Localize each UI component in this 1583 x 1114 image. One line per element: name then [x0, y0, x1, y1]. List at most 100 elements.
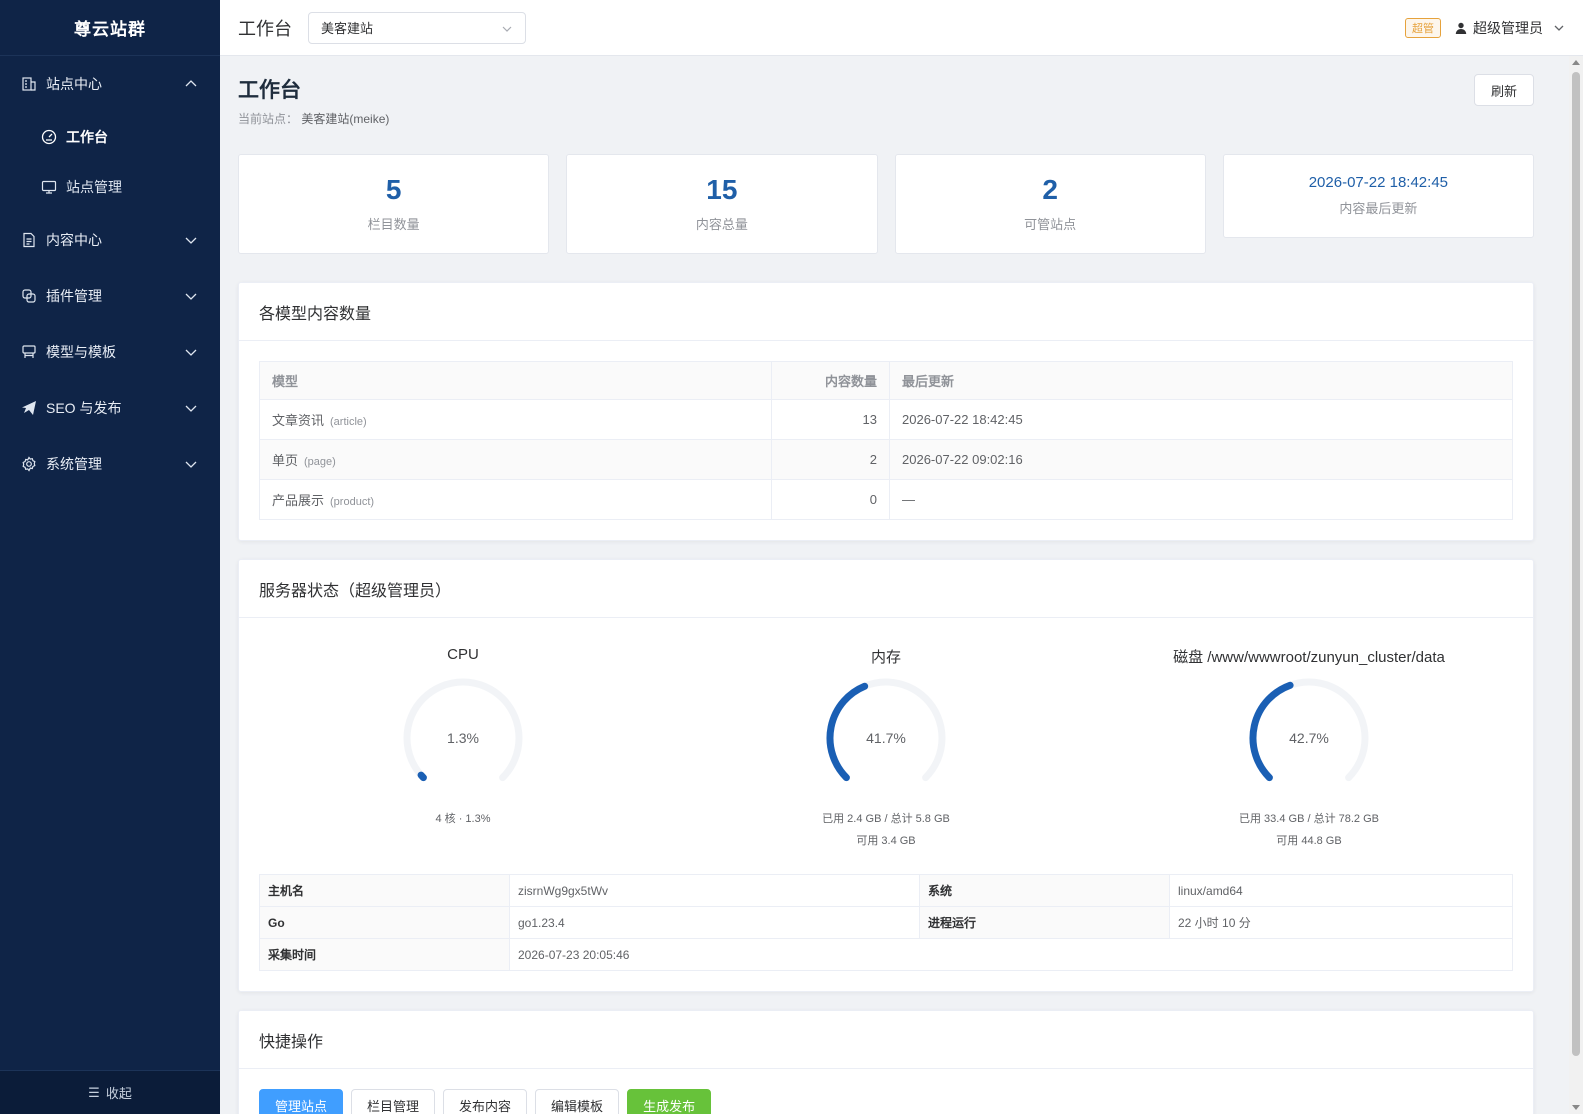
sidebar-group-label: 内容中心 [46, 232, 102, 248]
header-title: 工作台 [238, 18, 292, 39]
info-key: 进程运行 [919, 906, 1170, 939]
gauge-details: 4 核 · 1.3% [435, 808, 490, 830]
gauge-detail-line: 可用 3.4 GB [856, 835, 916, 847]
sidebar-menu: 站点中心 工作台 站点管理 内容中心 插件管理 模型与模板 SEO 与发布 系统… [0, 56, 220, 492]
info-key: 采集时间 [259, 938, 510, 971]
header-right: 超管 超级管理员 [1405, 17, 1565, 38]
sidebar-group-system[interactable]: 系统管理 [0, 436, 220, 492]
gauge-chart: 42.7% [1249, 678, 1369, 782]
current-site-value: 美客建站(meike) [301, 112, 390, 126]
gear-icon [20, 455, 38, 473]
chevron-down-icon [185, 349, 197, 356]
info-key: 系统 [919, 874, 1170, 907]
table-row: 单页 (page) 2 2026-07-22 09:02:16 [259, 439, 1513, 480]
gauge-title: 内存 [870, 649, 901, 666]
server-status-card: 服务器状态（超级管理员） CPU 1.3% 4 核 · 1.3% 内存 41.7… [238, 559, 1534, 992]
sidebar-item-label: 站点管理 [66, 179, 122, 195]
sidebar-group-site-center[interactable]: 站点中心 [0, 56, 220, 112]
plugin-icon [20, 287, 38, 305]
card-title: 快捷操作 [239, 1011, 1533, 1069]
chevron-down-icon [185, 461, 197, 468]
manage-sites-button[interactable]: 管理站点 [259, 1089, 344, 1114]
column-management-button[interactable]: 栏目管理 [351, 1089, 436, 1114]
sidebar-group-label: 站点中心 [46, 76, 102, 92]
gauge-cpu: CPU 1.3% 4 核 · 1.3% [259, 646, 667, 852]
sidebar-item-site-management[interactable]: 站点管理 [0, 162, 220, 212]
gauge-percent: 1.3% [447, 730, 479, 746]
gauge-title: 磁盘 /www/wwwroot/zunyun_cluster/data [1173, 649, 1445, 666]
chevron-down-icon [185, 237, 197, 244]
gauges-row: CPU 1.3% 4 核 · 1.3% 内存 41.7% 已用 2.4 GB /… [259, 638, 1513, 852]
gauge-memory: 内存 41.7% 已用 2.4 GB / 总计 5.8 GB 可用 3.4 GB [682, 646, 1090, 852]
stat-label: 可管站点 [1024, 216, 1077, 232]
model-code: (product) [330, 496, 375, 508]
gauge-percent: 41.7% [866, 730, 906, 746]
scroll-up-icon[interactable] [1572, 60, 1580, 65]
info-key: 主机名 [259, 874, 510, 907]
send-icon [20, 399, 38, 417]
user-menu[interactable]: 超级管理员 [1455, 18, 1565, 38]
sidebar-group-plugins[interactable]: 插件管理 [0, 268, 220, 324]
model-cell: 单页 (page) [259, 439, 772, 480]
document-icon [20, 231, 38, 249]
gauge-percent: 42.7% [1289, 730, 1329, 746]
info-value: go1.23.4 [509, 906, 920, 939]
chevron-up-icon [185, 80, 197, 87]
chevron-down-icon [1553, 22, 1565, 34]
table-row: 采集时间 2026-07-23 20:05:46 [259, 938, 1513, 971]
page-scrollbar[interactable] [1569, 56, 1583, 1114]
current-site: 当前站点： 美客建站(meike) [238, 110, 1534, 127]
info-key: Go [259, 906, 510, 939]
edit-template-button[interactable]: 编辑模板 [535, 1089, 620, 1114]
sidebar-group-label: 模型与模板 [46, 344, 116, 360]
chevron-down-icon [502, 26, 512, 32]
model-code: (article) [330, 416, 367, 428]
updated-cell: — [889, 479, 1513, 520]
card-title: 服务器状态（超级管理员） [239, 560, 1533, 618]
gauge-chart: 1.3% [403, 678, 523, 782]
table-row: 产品展示 (product) 0 — [259, 479, 1513, 520]
site-select[interactable]: 美客建站 [308, 11, 526, 44]
count-cell: 2 [771, 439, 890, 480]
chevron-down-icon [185, 293, 197, 300]
stat-label: 内容总量 [695, 216, 748, 232]
info-value: linux/amd64 [1169, 874, 1513, 907]
user-name: 超级管理员 [1473, 19, 1543, 36]
sidebar: 尊云站群 站点中心 工作台 站点管理 内容中心 插件管理 模型与模板 SEO 与… [0, 0, 220, 1114]
gauge-details: 已用 2.4 GB / 总计 5.8 GB 可用 3.4 GB [822, 808, 950, 852]
count-cell: 0 [771, 479, 890, 520]
model-cell: 产品展示 (product) [259, 479, 772, 520]
template-icon [20, 343, 38, 361]
model-name: 单页 [272, 453, 299, 468]
count-cell: 13 [771, 399, 890, 440]
generate-publish-button[interactable]: 生成发布 [627, 1089, 712, 1114]
sidebar-group-models-templates[interactable]: 模型与模板 [0, 324, 220, 380]
gauge-title: CPU [447, 646, 479, 663]
sidebar-collapse-button[interactable]: ☰ 收起 [0, 1070, 220, 1114]
chevron-down-icon [185, 405, 197, 412]
quick-actions-card: 快捷操作 管理站点 栏目管理 发布内容 编辑模板 生成发布 [238, 1010, 1534, 1114]
page-title: 工作台 [238, 79, 301, 102]
page-header: 工作台 当前站点： 美客建站(meike) 刷新 [238, 74, 1534, 154]
table-row: Go go1.23.4 进程运行 22 小时 10 分 [259, 906, 1513, 939]
stats-row: 5 栏目数量 15 内容总量 2 可管站点 2026-07-22 18:42:4… [238, 154, 1534, 254]
stat-value: 2026-07-22 18:42:45 [1308, 174, 1449, 192]
stat-value: 2 [1042, 174, 1058, 206]
model-name: 文章资讯 [272, 413, 325, 428]
stat-card-content-total: 15 内容总量 [566, 154, 878, 254]
dashboard-icon [40, 128, 58, 146]
gauge-detail-line: 4 核 · 1.3% [435, 813, 491, 825]
sidebar-group-label: 插件管理 [46, 288, 102, 304]
scroll-down-icon[interactable] [1572, 1105, 1580, 1110]
updated-cell: 2026-07-22 18:42:45 [889, 399, 1513, 440]
scrollbar-thumb[interactable] [1572, 72, 1580, 1056]
quick-actions: 管理站点 栏目管理 发布内容 编辑模板 生成发布 [259, 1089, 1513, 1114]
sidebar-item-dashboard[interactable]: 工作台 [0, 112, 220, 162]
model-name: 产品展示 [272, 493, 325, 508]
sidebar-group-seo-publish[interactable]: SEO 与发布 [0, 380, 220, 436]
gauge-detail-line: 已用 2.4 GB / 总计 5.8 GB [822, 813, 950, 825]
gauge-fill [417, 771, 427, 782]
publish-content-button[interactable]: 发布内容 [443, 1089, 528, 1114]
refresh-button[interactable]: 刷新 [1474, 74, 1534, 106]
sidebar-group-content-center[interactable]: 内容中心 [0, 212, 220, 268]
